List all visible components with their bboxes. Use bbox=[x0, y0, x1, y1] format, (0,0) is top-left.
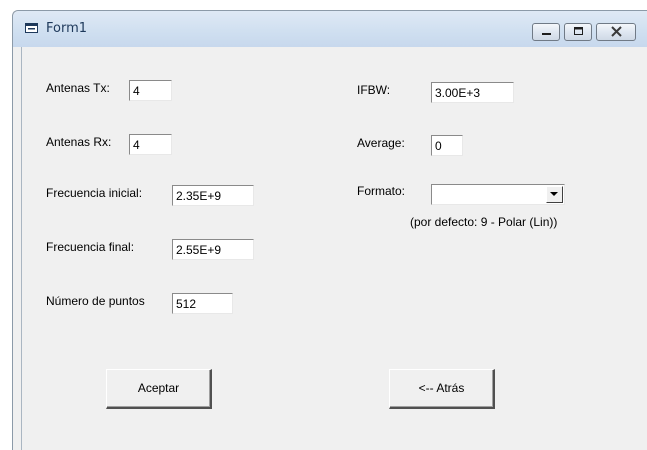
chevron-down-icon bbox=[550, 192, 558, 196]
numero-puntos-label: Número de puntos bbox=[46, 294, 145, 308]
atras-button[interactable]: <-- Atrás bbox=[389, 369, 495, 409]
close-icon bbox=[611, 26, 622, 37]
formato-label: Formato: bbox=[357, 184, 406, 198]
antenas-tx-label: Antenas Tx: bbox=[46, 81, 110, 95]
maximize-button[interactable] bbox=[564, 23, 592, 41]
aceptar-button[interactable]: Aceptar bbox=[106, 369, 212, 409]
window-title: Form1 bbox=[46, 21, 88, 36]
ifbw-label: IFBW: bbox=[357, 83, 391, 97]
antenas-tx-input[interactable]: 4 bbox=[129, 80, 172, 101]
minimize-icon bbox=[542, 33, 551, 35]
frecuencia-final-input[interactable]: 2.55E+9 bbox=[172, 239, 254, 260]
frecuencia-inicial-label: Frecuencia inicial: bbox=[46, 186, 143, 200]
maximize-icon bbox=[574, 27, 583, 35]
form1-window: Form1 Antenas Tx: 4 Antenas Rx: 4 Frecue… bbox=[12, 10, 647, 450]
title-bar[interactable]: Form1 bbox=[13, 11, 647, 47]
antenas-rx-label: Antenas Rx: bbox=[46, 135, 112, 149]
minimize-button[interactable] bbox=[532, 23, 560, 41]
formato-default-hint: (por defecto: 9 - Polar (Lin)) bbox=[410, 215, 558, 229]
average-input[interactable]: 0 bbox=[431, 135, 463, 156]
antenas-rx-input[interactable]: 4 bbox=[129, 134, 172, 155]
numero-puntos-input[interactable]: 512 bbox=[172, 293, 233, 314]
formato-dropdown-button[interactable] bbox=[546, 186, 563, 203]
average-label: Average: bbox=[357, 136, 405, 150]
form-client-area: Antenas Tx: 4 Antenas Rx: 4 Frecuencia i… bbox=[21, 47, 647, 450]
frecuencia-final-label: Frecuencia final: bbox=[46, 240, 135, 254]
formato-dropdown[interactable] bbox=[431, 184, 565, 205]
frecuencia-inicial-input[interactable]: 2.35E+9 bbox=[172, 185, 254, 206]
app-icon bbox=[25, 23, 38, 33]
ifbw-input[interactable]: 3.00E+3 bbox=[431, 82, 514, 103]
close-button[interactable] bbox=[596, 23, 636, 41]
